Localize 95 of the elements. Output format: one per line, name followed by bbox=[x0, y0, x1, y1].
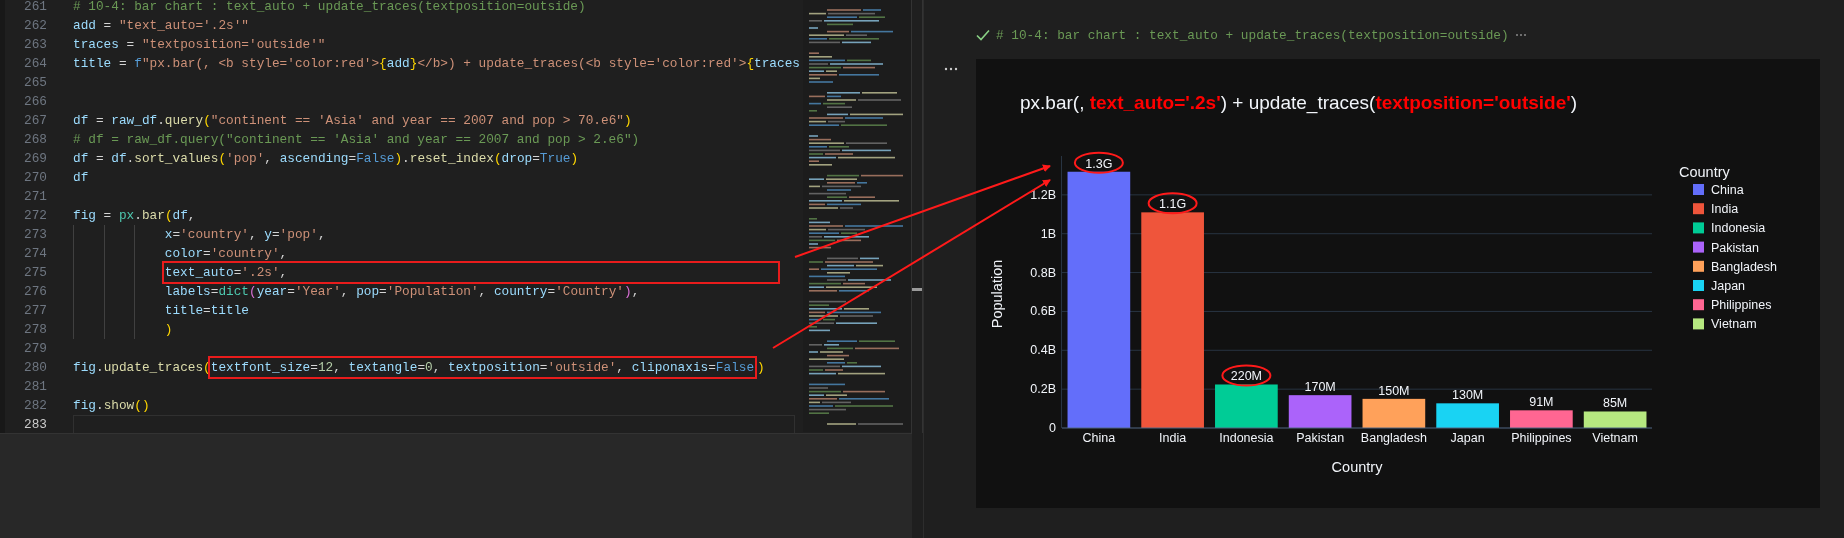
code-text: ) bbox=[164, 321, 173, 339]
legend-swatch[interactable] bbox=[1693, 203, 1704, 215]
line-number: 263 bbox=[23, 37, 47, 52]
code-text: df = df.sort_values('pop', ascending=False).reset_index(drop=True) bbox=[73, 150, 579, 168]
line-number: 278 bbox=[23, 322, 47, 337]
line-number: 273 bbox=[23, 227, 47, 242]
y-tick-label: 1B bbox=[1040, 226, 1056, 241]
value-label: 85M bbox=[1602, 396, 1628, 411]
line-number: 270 bbox=[23, 170, 47, 185]
code-text: title=title bbox=[164, 302, 249, 320]
code-text: title = f"px.bar(, <b style='color:red'>{add}</b>) + update_traces(<b style='color:red'>{traces bbox=[73, 55, 800, 73]
bar bbox=[1510, 410, 1573, 428]
line-number: 268 bbox=[23, 132, 47, 147]
highlight-ellipse bbox=[1073, 151, 1124, 174]
legend-swatch[interactable] bbox=[1693, 318, 1704, 330]
scroll-marker bbox=[912, 288, 922, 291]
code-text: df bbox=[73, 169, 89, 187]
line-number: 266 bbox=[23, 94, 47, 109]
y-axis-title: Population bbox=[989, 259, 1005, 329]
x-tick-label: Philippines bbox=[1511, 431, 1572, 445]
highlighted-code: text_auto='.2s', bbox=[161, 261, 780, 284]
legend-swatch[interactable] bbox=[1693, 184, 1704, 195]
value-label: 1.3G bbox=[1085, 156, 1113, 171]
y-tick-label: 0.4B bbox=[1030, 343, 1056, 358]
legend-label[interactable]: Bangladesh bbox=[1711, 259, 1778, 274]
code-text: df = raw_df.query("continent == 'Asia' and year == 2007 and pop > 70.e6") bbox=[73, 112, 632, 130]
x-tick-label: Vietnam bbox=[1592, 431, 1638, 445]
line-number: 261 bbox=[23, 0, 47, 14]
line-number: 272 bbox=[23, 208, 47, 223]
y-tick-label: 1.2B bbox=[1030, 187, 1056, 202]
legend-label[interactable]: India bbox=[1711, 202, 1739, 217]
line-number: 274 bbox=[23, 246, 47, 261]
x-tick-label: China bbox=[1082, 431, 1116, 445]
legend-label[interactable]: Pakistan bbox=[1711, 240, 1759, 255]
line-number: 281 bbox=[23, 379, 47, 394]
line-number: 283 bbox=[23, 417, 47, 432]
y-tick-label: 0.8B bbox=[1030, 265, 1056, 280]
line-number: 279 bbox=[23, 341, 47, 356]
code-text: fig = px.bar(df, bbox=[73, 207, 196, 225]
legend-swatch[interactable] bbox=[1693, 260, 1704, 272]
highlight-ellipse bbox=[1221, 364, 1272, 387]
legend-swatch[interactable] bbox=[1693, 299, 1704, 311]
line-number: 265 bbox=[23, 75, 47, 90]
code-text: # 10-4: bar chart : text_auto + update_traces(textposition=outside) bbox=[73, 0, 586, 16]
value-label: 170M bbox=[1304, 380, 1336, 395]
x-tick-label: Bangladesh bbox=[1360, 431, 1427, 445]
legend-label[interactable]: Japan bbox=[1711, 279, 1746, 293]
x-axis-title: Country bbox=[1331, 459, 1383, 475]
code-text: x='country', y='pop', bbox=[164, 226, 326, 244]
code-text: add = "text_auto='.2s'" bbox=[73, 17, 249, 35]
bar bbox=[1215, 384, 1278, 428]
legend-swatch[interactable] bbox=[1693, 222, 1704, 234]
legend-label[interactable]: Indonesia bbox=[1711, 221, 1766, 236]
line-number: 277 bbox=[23, 303, 47, 318]
highlighted-code: textfont_size=12, textangle=0, textposition='outside', cliponaxis=False bbox=[207, 356, 758, 379]
code-text: # df = raw_df.query("continent == 'Asia' and year == 2007 and pop > 2.e6") bbox=[73, 131, 640, 149]
legend-label[interactable]: Vietnam bbox=[1711, 317, 1757, 332]
x-tick-label: Japan bbox=[1450, 431, 1485, 445]
code-text: traces = "textposition='outside'" bbox=[73, 36, 326, 54]
value-label: 150M bbox=[1378, 383, 1410, 398]
legend-swatch[interactable] bbox=[1693, 241, 1704, 253]
bar bbox=[1362, 398, 1426, 428]
y-tick-label: 0.2B bbox=[1030, 382, 1056, 397]
x-tick-label: Pakistan bbox=[1296, 431, 1345, 445]
line-number: 275 bbox=[23, 265, 47, 280]
value-label: 220M bbox=[1230, 369, 1262, 384]
legend-swatch[interactable] bbox=[1693, 280, 1704, 291]
highlight-ellipse bbox=[1147, 192, 1198, 215]
y-tick-label: 0 bbox=[1049, 421, 1056, 435]
bar bbox=[1288, 395, 1352, 428]
value-label: 91M bbox=[1529, 395, 1554, 410]
legend-title: Country bbox=[1679, 164, 1730, 180]
code-text: color='country', bbox=[164, 245, 288, 263]
line-number: 280 bbox=[23, 360, 47, 375]
legend-label[interactable]: Philippines bbox=[1711, 298, 1772, 313]
line-number: 262 bbox=[23, 18, 47, 33]
x-tick-label: India bbox=[1159, 431, 1187, 445]
line-number: 282 bbox=[23, 398, 47, 413]
line-number: 267 bbox=[23, 113, 47, 128]
bar bbox=[1436, 403, 1499, 428]
code-text: labels=dict(year='Year', pop='Population', country='Country'), bbox=[164, 283, 640, 301]
value-label: 1.1G bbox=[1159, 197, 1187, 212]
y-tick-label: 0.6B bbox=[1030, 304, 1056, 319]
cell-title[interactable]: # 10-4: bar chart : text_auto + update_traces(textposition=outside) bbox=[996, 27, 1509, 43]
more-icon[interactable] bbox=[944, 67, 958, 71]
line-number: 271 bbox=[23, 189, 47, 204]
value-label: 130M bbox=[1452, 388, 1484, 403]
line-number: 276 bbox=[23, 284, 47, 299]
code-text: fig.show() bbox=[73, 397, 150, 415]
x-tick-label: Indonesia bbox=[1219, 431, 1274, 445]
legend-label[interactable]: China bbox=[1711, 183, 1744, 197]
line-number: 269 bbox=[23, 151, 47, 166]
chart-title: px.bar(, text_auto='.2s') + update_traces(textposition='outside') bbox=[1019, 91, 1579, 115]
code-text: ) bbox=[757, 359, 765, 377]
line-number: 264 bbox=[23, 56, 47, 71]
